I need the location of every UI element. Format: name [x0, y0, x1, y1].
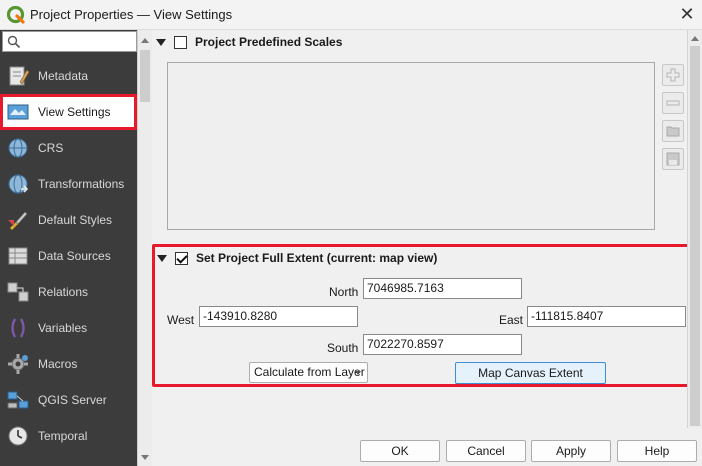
sidebar-scrollbar[interactable] [137, 30, 152, 466]
remove-icon [666, 100, 680, 106]
map-canvas-extent-button[interactable]: Map Canvas Extent [455, 362, 606, 384]
sidebar-nav-list: Metadata View Settings CRS Transformatio… [0, 58, 137, 454]
sidebar-item-macros[interactable]: Macros [0, 346, 137, 382]
west-label: West [167, 313, 195, 327]
globe-icon [8, 138, 28, 158]
south-input[interactable]: 7022270.8597 [363, 334, 522, 355]
scales-checkbox[interactable] [174, 35, 187, 49]
calculate-from-layer-label: Calculate from Layer [254, 365, 365, 379]
window-title: Project Properties — View Settings [30, 7, 233, 22]
extent-section-title: Set Project Full Extent (current: map vi… [196, 251, 438, 265]
collapse-arrow-icon[interactable] [156, 38, 166, 46]
add-icon [666, 68, 680, 82]
ok-button[interactable]: OK [360, 440, 440, 462]
sidebar-item-label: Default Styles [38, 213, 113, 227]
east-label: East [499, 313, 524, 327]
full-extent-checkbox[interactable] [175, 251, 188, 265]
north-input[interactable]: 7046985.7163 [363, 278, 522, 299]
sidebar-item-data-sources[interactable]: Data Sources [0, 238, 137, 274]
north-label: North [329, 285, 359, 299]
east-input[interactable]: -111815.8407 [527, 306, 686, 327]
dropdown-arrow-icon [355, 371, 361, 375]
sidebar-item-label: Temporal [38, 429, 88, 443]
sidebar-item-label: Data Sources [38, 249, 111, 263]
scales-section-header[interactable]: Project Predefined Scales [156, 33, 342, 51]
paintbrush-icon [8, 211, 28, 231]
sidebar-item-label: Relations [38, 285, 89, 299]
view-settings-icon [7, 104, 29, 120]
sidebar-item-metadata[interactable]: Metadata [0, 58, 137, 94]
clock-icon [8, 426, 28, 446]
sidebar-item-label: Transformations [38, 177, 125, 191]
sidebar-item-variables[interactable]: Variables [0, 310, 137, 346]
sidebar-item-default-styles[interactable]: Default Styles [0, 202, 137, 238]
sidebar-item-temporal[interactable]: Temporal [0, 418, 137, 454]
metadata-icon [9, 66, 30, 86]
title-bar: Project Properties — View Settings ✕ [0, 0, 702, 30]
scroll-up-icon[interactable] [691, 36, 699, 41]
sidebar-item-crs[interactable]: CRS [0, 130, 137, 166]
sidebar-scroll-thumb[interactable] [140, 50, 150, 102]
import-scales-button[interactable] [662, 120, 684, 142]
sidebar-item-label: CRS [38, 141, 64, 155]
extent-section-header[interactable]: Set Project Full Extent (current: map vi… [157, 249, 437, 267]
sidebar-item-view-settings[interactable]: View Settings [0, 94, 137, 130]
remove-scale-button[interactable] [662, 92, 684, 114]
sidebar: Metadata View Settings CRS Transformatio… [0, 30, 152, 466]
transformations-icon [8, 174, 29, 194]
scales-section-title: Project Predefined Scales [195, 35, 343, 49]
relations-icon [7, 282, 29, 302]
search-icon [7, 35, 21, 49]
sidebar-item-qgis-server[interactable]: QGIS Server [0, 382, 137, 418]
qgis-logo-icon [7, 6, 25, 24]
scroll-up-icon[interactable] [141, 38, 149, 43]
sidebar-item-label: Metadata [38, 69, 89, 83]
add-scale-button[interactable] [662, 64, 684, 86]
server-icon [7, 391, 29, 409]
cancel-button[interactable]: Cancel [446, 440, 526, 462]
folder-icon [666, 126, 680, 137]
close-window-button[interactable]: ✕ [672, 0, 702, 30]
gear-icon [8, 354, 28, 374]
main-panel: Project Predefined Scales Set Project Fu… [152, 30, 702, 466]
sidebar-item-label: Variables [38, 321, 88, 335]
variables-icon [11, 318, 25, 338]
sidebar-item-label: View Settings [38, 105, 111, 119]
sidebar-item-label: Macros [38, 357, 78, 371]
dialog-button-bar: OK Cancel Apply Help [152, 428, 702, 466]
sidebar-search-input[interactable] [2, 31, 137, 52]
calculate-from-layer-dropdown[interactable]: Calculate from Layer [249, 362, 368, 383]
sidebar-item-label: QGIS Server [38, 393, 107, 407]
south-label: South [327, 341, 359, 355]
save-scales-button[interactable] [662, 148, 684, 170]
collapse-arrow-icon[interactable] [157, 254, 167, 262]
project-full-extent-group: Set Project Full Extent (current: map vi… [152, 244, 691, 387]
help-button[interactable]: Help [617, 440, 697, 462]
save-icon [666, 152, 680, 166]
predefined-scales-list[interactable] [167, 62, 655, 230]
scroll-down-icon[interactable] [141, 455, 149, 460]
main-scroll-thumb[interactable] [690, 46, 700, 426]
data-sources-icon [8, 247, 28, 265]
apply-button[interactable]: Apply [531, 440, 611, 462]
sidebar-item-transformations[interactable]: Transformations [0, 166, 137, 202]
sidebar-item-relations[interactable]: Relations [0, 274, 137, 310]
main-scrollbar[interactable] [687, 30, 702, 428]
west-input[interactable]: -143910.8280 [199, 306, 358, 327]
